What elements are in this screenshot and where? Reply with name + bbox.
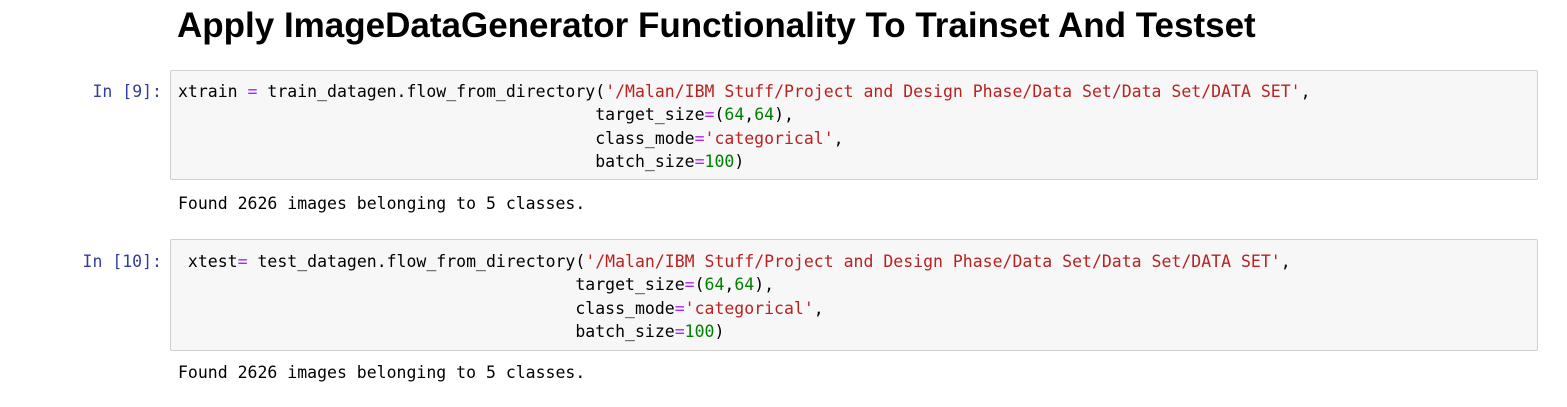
code-editor[interactable]: xtest= test_datagen.flow_from_directory(… [178,250,1291,344]
code-line: target_size=(64,64), [575,275,775,295]
code-editor[interactable]: xtrain = train_datagen.flow_from_directo… [178,80,1311,174]
code-line: batch_size=100) [595,152,745,172]
code-cell-test[interactable]: xtest= test_datagen.flow_from_directory(… [170,239,1538,351]
code-line: class_mode='categorical', [595,128,844,148]
code-cell-train[interactable]: xtrain = train_datagen.flow_from_directo… [170,70,1538,180]
code-line: batch_size=100) [575,322,725,342]
code-line: class_mode='categorical', [575,298,824,318]
code-line: xtest= test_datagen.flow_from_directory(… [178,252,1291,271]
code-line: xtrain = train_datagen.flow_from_directo… [178,82,1311,101]
cell-output-train: Found 2626 images belonging to 5 classes… [178,194,586,213]
cell-output-test: Found 2626 images belonging to 5 classes… [178,363,586,382]
code-line: target_size=(64,64), [595,105,794,125]
input-prompt-10: In [10]: [82,252,162,271]
markdown-heading: Apply ImageDataGenerator Functionality T… [177,6,1256,45]
input-prompt-9: In [9]: [92,82,162,101]
